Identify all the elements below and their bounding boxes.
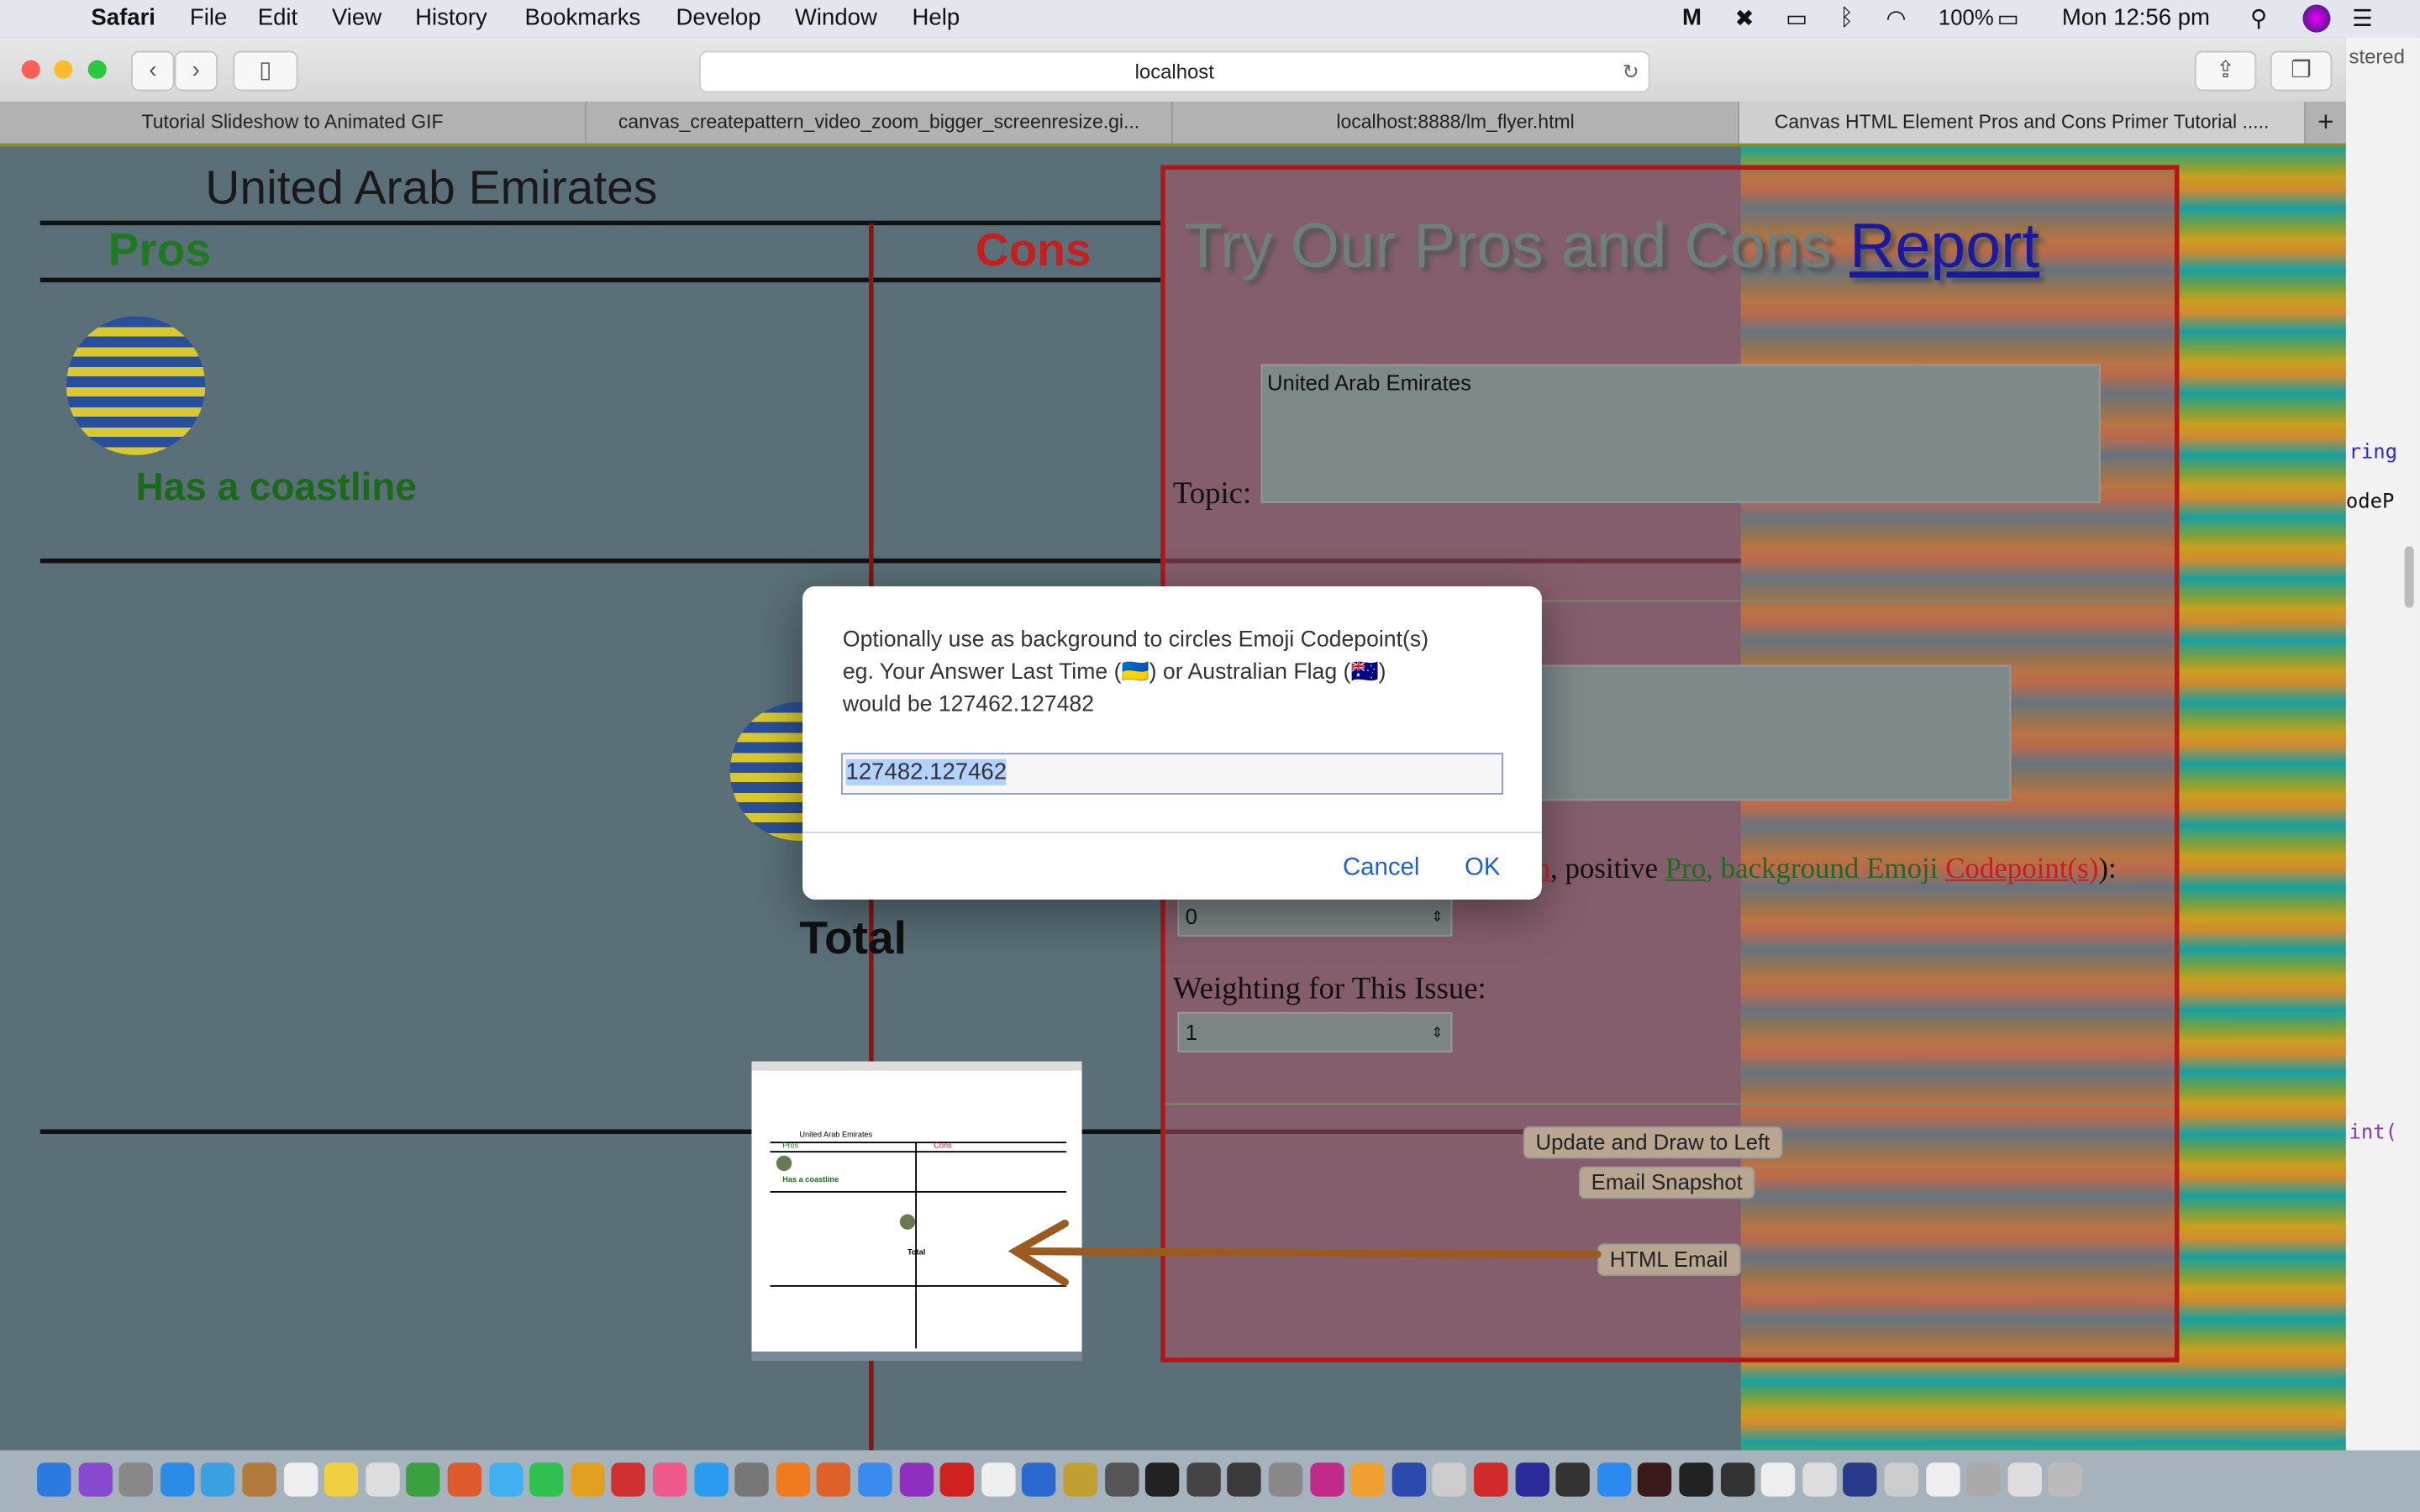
- dock-app-icon[interactable]: [1843, 1462, 1878, 1497]
- dock-app-icon[interactable]: [693, 1462, 729, 1497]
- dock-app-icon[interactable]: [1802, 1462, 1837, 1497]
- dock-app-icon[interactable]: [1474, 1462, 1508, 1497]
- dock-app-icon[interactable]: [2007, 1462, 2042, 1497]
- dock-app-icon[interactable]: [1433, 1462, 1467, 1497]
- message-line: Optionally use as background to circles …: [842, 627, 1429, 653]
- dock-app-icon[interactable]: [817, 1462, 851, 1497]
- dialog-input[interactable]: 127482.127462: [841, 753, 1503, 795]
- dock-app-icon[interactable]: [1884, 1462, 1919, 1497]
- dock-app-icon[interactable]: [1104, 1462, 1139, 1497]
- dock-app-icon[interactable]: [734, 1462, 770, 1497]
- dock-app-icon[interactable]: [242, 1462, 276, 1497]
- ok-button[interactable]: OK: [1465, 855, 1500, 883]
- dialog-input-value: 127482.127462: [845, 759, 1007, 785]
- dock-app-icon[interactable]: [324, 1462, 359, 1497]
- dock-app-icon[interactable]: [1514, 1462, 1549, 1497]
- dock-app-icon[interactable]: [1268, 1462, 1303, 1497]
- message-line: would be 127462.127482: [842, 692, 1095, 718]
- dock-app-icon[interactable]: [406, 1462, 441, 1497]
- dock-app-icon[interactable]: [1720, 1462, 1754, 1497]
- dock-app-icon[interactable]: [365, 1462, 400, 1497]
- dock-app-icon[interactable]: [1638, 1462, 1672, 1497]
- dock-app-icon[interactable]: [1186, 1462, 1221, 1497]
- dock-app-icon[interactable]: [77, 1462, 113, 1497]
- dialog-message: Optionally use as background to circles …: [843, 625, 1428, 722]
- dock-app-icon[interactable]: [1145, 1462, 1180, 1497]
- dock-app-icon[interactable]: [1392, 1462, 1426, 1497]
- prompt-dialog: Optionally use as background to circles …: [802, 585, 1542, 900]
- dock-app-icon[interactable]: [858, 1462, 892, 1497]
- dock-app-icon[interactable]: [1761, 1462, 1796, 1497]
- dock-app-icon[interactable]: [488, 1462, 523, 1497]
- dock-app-icon[interactable]: [160, 1462, 195, 1497]
- dock-app-icon[interactable]: [529, 1462, 564, 1497]
- cancel-button[interactable]: Cancel: [1343, 855, 1419, 883]
- dock-app-icon[interactable]: [981, 1462, 1016, 1497]
- dock-app-icon[interactable]: [776, 1462, 810, 1497]
- dock-app-icon[interactable]: [1227, 1462, 1262, 1497]
- screen: Safari File Edit View History Bookmarks …: [0, 0, 2420, 1512]
- message-line: ): [1378, 660, 1386, 685]
- dock-app-icon[interactable]: [283, 1462, 318, 1497]
- dock-app-icon[interactable]: [1022, 1462, 1057, 1497]
- dock-app-icon[interactable]: [37, 1462, 71, 1497]
- dock-app-icon[interactable]: [612, 1462, 646, 1497]
- dock-app-icon[interactable]: [201, 1462, 235, 1497]
- dock-app-icon[interactable]: [1679, 1462, 1713, 1497]
- dock-app-icon[interactable]: [1063, 1462, 1097, 1497]
- dock-app-icon[interactable]: [1309, 1462, 1344, 1497]
- dock-app-icon[interactable]: [1555, 1462, 1591, 1497]
- dock-app-icon[interactable]: [571, 1462, 605, 1497]
- australia-flag-icon: 🇦🇺: [1350, 660, 1379, 685]
- message-line: eg. Your Answer Last Time (: [842, 660, 1122, 685]
- dock-app-icon[interactable]: [899, 1462, 934, 1497]
- dock-app-icon[interactable]: [1966, 1462, 2001, 1497]
- ukraine-flag-icon: 🇺🇦: [1121, 660, 1150, 685]
- message-line: ) or Australian Flag (: [1149, 660, 1351, 685]
- dock-app-icon[interactable]: [1597, 1462, 1632, 1497]
- dock-app-icon[interactable]: [939, 1462, 975, 1497]
- dock-app-icon[interactable]: [652, 1462, 687, 1497]
- dock-app-icon[interactable]: [1350, 1462, 1385, 1497]
- dock-app-icon[interactable]: [2049, 1462, 2083, 1497]
- dock-app-icon[interactable]: [1925, 1462, 1960, 1497]
- dock-app-icon[interactable]: [447, 1462, 482, 1497]
- dock-app-icon[interactable]: [118, 1462, 154, 1497]
